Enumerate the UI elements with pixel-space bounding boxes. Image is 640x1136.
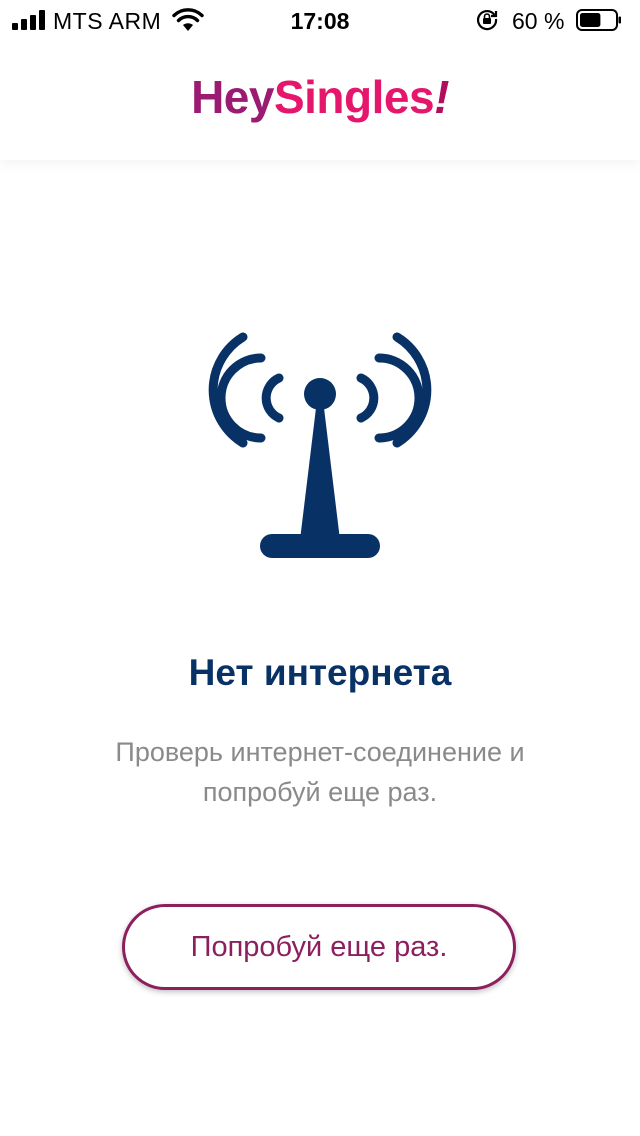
- app-logo: HeySingles!: [0, 70, 640, 124]
- logo-exclamation: !: [434, 71, 449, 123]
- orientation-lock-icon: [476, 10, 498, 31]
- error-message: Проверь интернет-соединение и попробуй е…: [115, 737, 525, 807]
- logo-singles: Singles: [273, 71, 435, 123]
- retry-button[interactable]: Попробуй еще раз.: [122, 904, 516, 990]
- battery-percent: 60 %: [512, 8, 565, 34]
- no-internet-screen: MTS ARM 17:08 60 % HeySingles! Нет интер…: [0, 0, 640, 1136]
- antenna-tower-icon: [208, 332, 432, 558]
- page-title: Нет интернета: [188, 652, 452, 693]
- battery-icon: [576, 9, 621, 31]
- logo-hey: Hey: [191, 71, 274, 123]
- status-bar: MTS ARM 17:08 60 %: [0, 0, 640, 40]
- app-header: HeySingles!: [0, 40, 640, 160]
